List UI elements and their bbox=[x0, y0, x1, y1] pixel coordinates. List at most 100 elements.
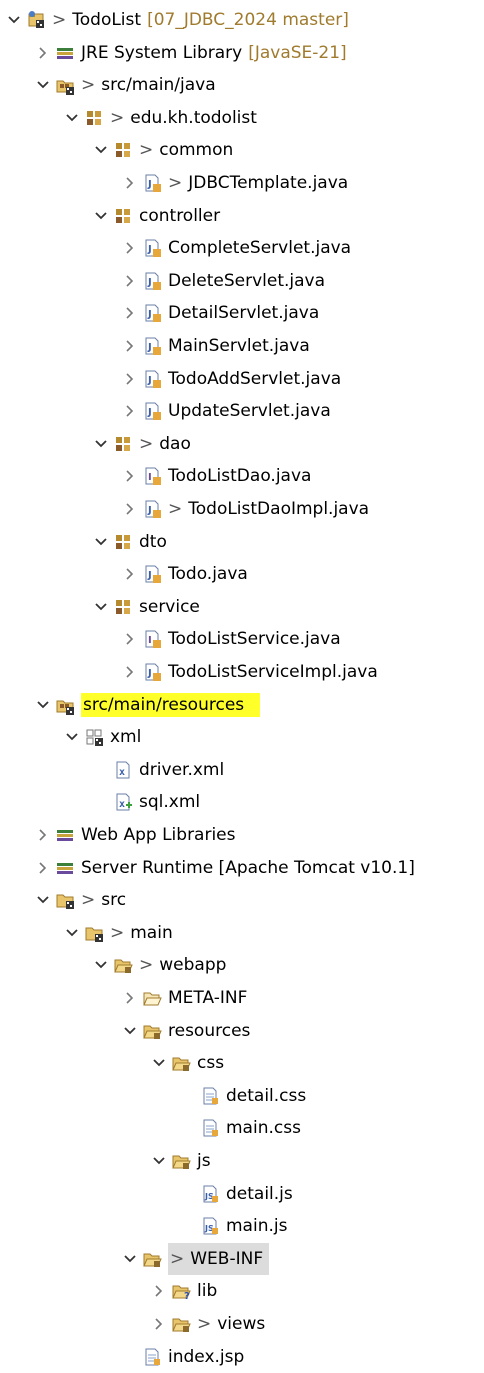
tree-row[interactable]: src/main/resources bbox=[35, 689, 261, 721]
tree-row[interactable]: detail.css bbox=[180, 1080, 306, 1112]
tree-row[interactable]: J TodoAddServlet.java bbox=[122, 363, 341, 395]
collapse-chevron-icon[interactable] bbox=[122, 167, 138, 199]
tree-row[interactable]: > views bbox=[151, 1308, 265, 1340]
collapse-chevron-icon[interactable] bbox=[35, 852, 51, 884]
tree-row[interactable]: x driver.xml bbox=[93, 754, 224, 786]
tree-row[interactable]: > edu.kh.todolist bbox=[64, 102, 257, 134]
tree-row[interactable]: Web App Libraries bbox=[35, 819, 236, 851]
tree-row[interactable]: > WEB-INF bbox=[122, 1242, 270, 1275]
java-file-icon: J bbox=[142, 238, 162, 258]
expand-chevron-icon[interactable] bbox=[93, 134, 109, 166]
svg-text:J: J bbox=[147, 179, 152, 190]
expand-chevron-icon[interactable] bbox=[93, 428, 109, 460]
tree-item-text: TodoListService.java bbox=[168, 623, 341, 655]
collapse-chevron-icon[interactable] bbox=[122, 460, 138, 492]
collapse-chevron-icon[interactable] bbox=[122, 232, 138, 264]
tree-item-label: webapp bbox=[159, 955, 227, 976]
git-dirty-decorator: > bbox=[52, 10, 67, 30]
tree-item-label: Server Runtime [Apache Tomcat v10.1] bbox=[81, 857, 415, 878]
tree-row[interactable]: > webapp bbox=[93, 949, 226, 981]
tree-row[interactable]: ? lib bbox=[151, 1275, 217, 1307]
collapse-chevron-icon[interactable] bbox=[122, 265, 138, 297]
collapse-chevron-icon[interactable] bbox=[122, 558, 138, 590]
expand-chevron-icon[interactable] bbox=[64, 721, 80, 753]
collapse-chevron-icon[interactable] bbox=[122, 493, 138, 525]
tree-row[interactable]: index.jsp bbox=[122, 1341, 244, 1373]
tree-row[interactable]: JS main.js bbox=[180, 1210, 287, 1242]
expand-chevron-icon[interactable] bbox=[35, 69, 51, 101]
tree-item-text: MainServlet.java bbox=[168, 330, 310, 362]
tree-row[interactable]: x sql.xml bbox=[93, 786, 200, 818]
tree-row[interactable]: META-INF bbox=[122, 982, 247, 1014]
tree-row[interactable]: J DetailServlet.java bbox=[122, 297, 319, 329]
expand-chevron-icon[interactable] bbox=[64, 917, 80, 949]
svg-text:I: I bbox=[148, 635, 152, 646]
tree-row[interactable]: > main bbox=[64, 917, 173, 949]
expand-chevron-icon[interactable] bbox=[151, 1047, 167, 1079]
java-file-icon: J bbox=[142, 401, 162, 421]
tree-item-text: Todo.java bbox=[168, 558, 248, 590]
tree-row[interactable]: > TodoList [07_JDBC_2024 master] bbox=[6, 4, 349, 36]
collapse-chevron-icon[interactable] bbox=[122, 330, 138, 362]
tree-row[interactable]: js bbox=[151, 1145, 211, 1177]
tree-item-text: DeleteServlet.java bbox=[168, 265, 325, 297]
tree-row[interactable]: J Todo.java bbox=[122, 558, 248, 590]
expand-chevron-icon[interactable] bbox=[93, 591, 109, 623]
tree-item-text: UpdateServlet.java bbox=[168, 395, 331, 427]
tree-row[interactable]: css bbox=[151, 1047, 224, 1079]
tree-item-label: Web App Libraries bbox=[81, 825, 236, 845]
expand-chevron-icon[interactable] bbox=[122, 1015, 138, 1047]
expand-chevron-icon[interactable] bbox=[93, 949, 109, 981]
tree-item-text: Web App Libraries bbox=[81, 819, 236, 851]
tree-row[interactable]: J CompleteServlet.java bbox=[122, 232, 351, 264]
tree-row[interactable]: J > JDBCTemplate.java bbox=[122, 167, 348, 199]
folder-open-icon bbox=[142, 1021, 162, 1041]
tree-row[interactable]: J DeleteServlet.java bbox=[122, 265, 325, 297]
collapse-chevron-icon[interactable] bbox=[122, 982, 138, 1014]
expand-chevron-icon[interactable] bbox=[35, 884, 51, 916]
js-file-icon: JS bbox=[200, 1184, 220, 1204]
collapse-chevron-icon[interactable] bbox=[35, 37, 51, 69]
git-dirty-decorator: > bbox=[139, 955, 154, 976]
collapse-chevron-icon[interactable] bbox=[151, 1275, 167, 1307]
tree-row[interactable]: I TodoListService.java bbox=[122, 623, 341, 655]
tree-row[interactable]: Server Runtime [Apache Tomcat v10.1] bbox=[35, 852, 415, 884]
expand-chevron-icon[interactable] bbox=[6, 4, 22, 36]
tree-row[interactable]: controller bbox=[93, 200, 220, 232]
collapse-chevron-icon[interactable] bbox=[122, 623, 138, 655]
tree-row[interactable]: > src/main/java bbox=[35, 69, 216, 101]
collapse-chevron-icon[interactable] bbox=[122, 395, 138, 427]
tree-row[interactable]: J > TodoListDaoImpl.java bbox=[122, 493, 369, 525]
tree-row[interactable]: xml bbox=[64, 721, 141, 753]
tree-item-text: detail.css bbox=[226, 1080, 306, 1112]
tree-row[interactable]: > src bbox=[35, 884, 126, 916]
tree-item-label: TodoAddServlet.java bbox=[168, 368, 342, 389]
expand-chevron-icon[interactable] bbox=[93, 200, 109, 232]
collapse-chevron-icon[interactable] bbox=[151, 1308, 167, 1340]
tree-row[interactable]: J UpdateServlet.java bbox=[122, 395, 331, 427]
collapse-chevron-icon[interactable] bbox=[122, 297, 138, 329]
tree-row[interactable]: main.css bbox=[180, 1112, 301, 1144]
collapse-chevron-icon[interactable] bbox=[35, 819, 51, 851]
tree-row[interactable]: J TodoListServiceImpl.java bbox=[122, 656, 378, 688]
tree-row[interactable]: JRE System Library [JavaSE-21] bbox=[35, 37, 347, 69]
expand-chevron-icon[interactable] bbox=[151, 1145, 167, 1177]
java-file-icon: J bbox=[142, 499, 162, 519]
collapse-chevron-icon[interactable] bbox=[122, 363, 138, 395]
tree-row[interactable]: JS detail.js bbox=[180, 1178, 293, 1210]
tree-row[interactable]: I TodoListDao.java bbox=[122, 460, 311, 492]
tree-row[interactable]: J MainServlet.java bbox=[122, 330, 310, 362]
tree-row[interactable]: > common bbox=[93, 134, 233, 166]
tree-item-text: js bbox=[197, 1145, 211, 1177]
tree-row[interactable]: > dao bbox=[93, 428, 191, 460]
collapse-chevron-icon[interactable] bbox=[122, 656, 138, 688]
tree-row[interactable]: resources bbox=[122, 1015, 250, 1047]
expand-chevron-icon[interactable] bbox=[122, 1243, 138, 1275]
tree-item-text: > src bbox=[81, 884, 126, 916]
expand-chevron-icon[interactable] bbox=[35, 689, 51, 721]
tree-item-text: TodoListDao.java bbox=[168, 460, 311, 492]
tree-row[interactable]: service bbox=[93, 591, 200, 623]
expand-chevron-icon[interactable] bbox=[64, 102, 80, 134]
tree-row[interactable]: dto bbox=[93, 526, 167, 558]
expand-chevron-icon[interactable] bbox=[93, 526, 109, 558]
